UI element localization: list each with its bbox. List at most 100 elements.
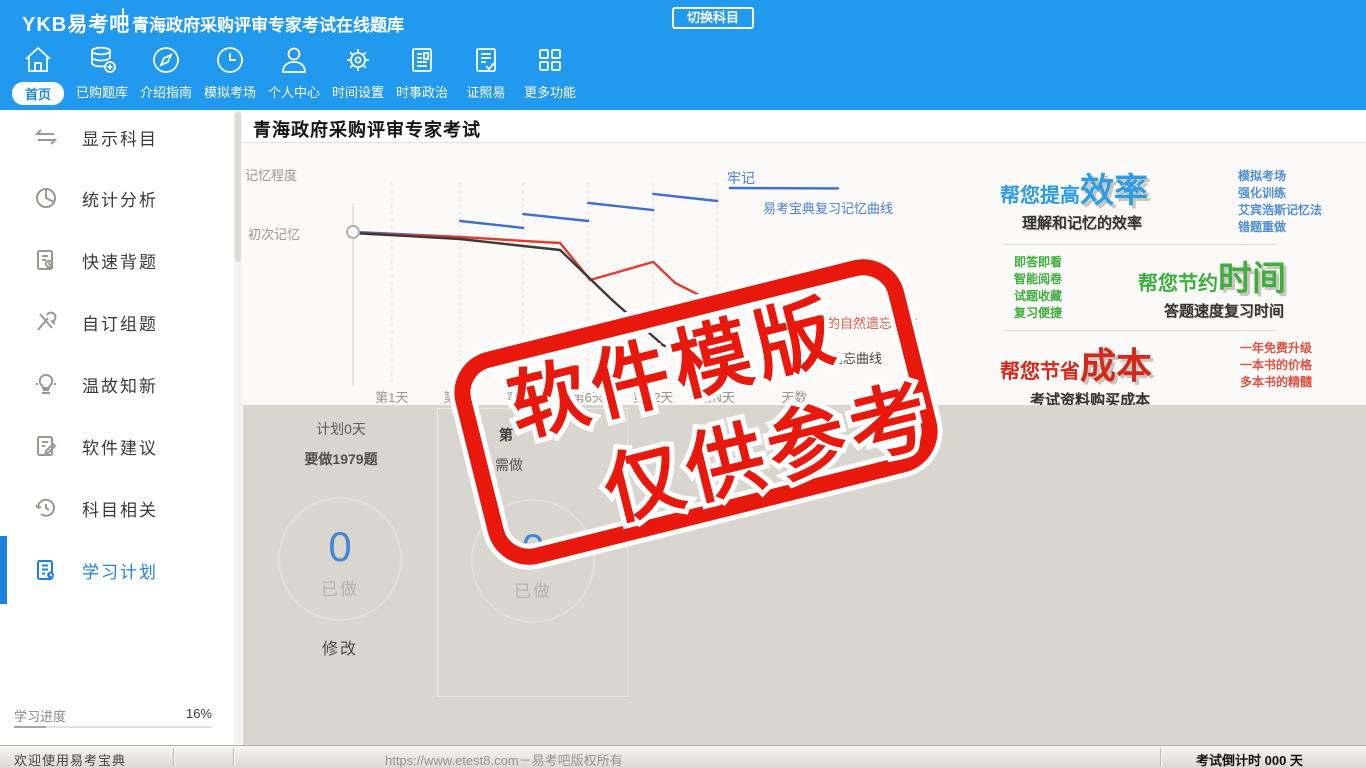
- user-icon: [282, 47, 306, 73]
- promo-cost-row: 帮您节省成本 考试资料购买成本 一年免费升级 一本书的价格 多本书的精髓: [1000, 337, 1366, 410]
- toolbar-item-user-center[interactable]: 个人中心: [262, 44, 326, 105]
- sidebar-item-label: 温故知新: [82, 376, 158, 396]
- status-separator: [1160, 748, 1161, 767]
- home-icon: [25, 46, 51, 72]
- sidebar-item-software-suggestions[interactable]: 软件建议: [0, 415, 243, 477]
- tools-icon: [37, 311, 57, 331]
- promo-time-word: 时间: [1218, 260, 1286, 298]
- study-progress-row: 学习进度 16%: [14, 706, 212, 725]
- bank-subtitle: 青海政府采购评审专家考试在线题库: [132, 16, 404, 35]
- lightbulb-icon: [36, 373, 56, 394]
- chart-curve-label: 易考宝典复习记忆曲线: [763, 201, 894, 216]
- chart-y-axis-label: 记忆程度: [245, 168, 298, 183]
- sidebar-item-label: 显示科目: [82, 129, 158, 149]
- toolbar-label: 证照易: [466, 85, 506, 100]
- swap-arrows-icon: [34, 129, 58, 145]
- promo-list-item: 智能阅卷: [1014, 272, 1063, 286]
- toolbar-label: 模拟考场: [203, 85, 256, 100]
- toolbar-label: 个人中心: [267, 85, 320, 100]
- toolbar-label: 首页: [11, 82, 64, 105]
- sidebar-item-statistics[interactable]: 统计分析: [0, 167, 243, 229]
- plan-done-count: 0: [328, 523, 352, 570]
- toolbar-label: 已购题库: [75, 85, 128, 100]
- status-bar: 欢迎使用易考宝典 https://www.etest8.com－易考吧版权所有 …: [0, 745, 1366, 768]
- toolbar-item-current-affairs[interactable]: 时事政治: [390, 44, 454, 105]
- study-plan-icon: [37, 560, 54, 580]
- mock-exam-clock-icon: [217, 47, 243, 73]
- status-separator: [233, 748, 234, 767]
- sidebar-item-custom-quiz[interactable]: 自订组题: [0, 291, 243, 353]
- promo-efficiency-subtitle: 理解和记忆的效率: [1022, 215, 1143, 232]
- promo-divider: [1004, 330, 1276, 331]
- certificate-check-icon: [476, 48, 496, 72]
- promo-panel: 帮您提高效率 理解和记忆的效率 模拟考场 强化训练 艾宾浩斯记忆法 错题重做 即…: [1000, 163, 1366, 410]
- promo-efficiency-row: 帮您提高效率 理解和记忆的效率 模拟考场 强化训练 艾宾浩斯记忆法 错题重做: [1000, 163, 1366, 237]
- chart-x-tick-label: 第1天: [375, 390, 409, 405]
- question-bank-icon: [91, 46, 116, 73]
- today-done-label: 已做: [514, 582, 552, 601]
- sidebar-item-quick-memorize[interactable]: 快速背题: [0, 229, 243, 291]
- toolbar-item-mock-exam[interactable]: 模拟考场: [198, 44, 262, 105]
- promo-list-item: 强化训练: [1238, 186, 1287, 200]
- promo-list-item: 试题收藏: [1014, 289, 1063, 303]
- toolbar-label: 更多功能: [523, 85, 576, 100]
- study-progress-label: 学习进度: [14, 709, 67, 724]
- header: YKB易考吧 青海政府采购评审专家考试在线题库 切换科目 首页 已购题库 介绍指…: [0, 0, 1366, 110]
- page-title: 青海政府采购评审专家考试: [253, 120, 481, 140]
- toolbar: 首页 已购题库 介绍指南 模拟考场 个人中心 时间设置 时事政治 证照易 更多功…: [6, 44, 582, 105]
- promo-list-item: 一年免费升级: [1240, 341, 1313, 355]
- promo-list-item: 即答即看: [1014, 255, 1063, 269]
- sidebar-item-label: 统计分析: [82, 190, 158, 210]
- toolbar-item-time-settings[interactable]: 时间设置: [326, 44, 390, 105]
- app-window: YKB易考吧 青海政府采购评审专家考试在线题库 切换科目 首页 已购题库 介绍指…: [0, 0, 1366, 768]
- status-separator: [173, 748, 174, 767]
- promo-efficiency-word: 效率: [1080, 172, 1148, 210]
- status-copyright-text: https://www.etest8.com－易考吧版权所有: [385, 753, 623, 768]
- promo-divider: [1004, 244, 1276, 245]
- promo-time-prefix: 帮您节约: [1138, 273, 1218, 295]
- flashcard-icon: [37, 250, 54, 270]
- guide-compass-icon: [153, 47, 179, 73]
- promo-list-item: 一本书的价格: [1240, 358, 1313, 372]
- toolbar-item-purchased-banks[interactable]: 已购题库: [70, 44, 134, 105]
- sidebar-item-subject-related[interactable]: 科目相关: [0, 477, 243, 539]
- sidebar-item-label: 学习计划: [82, 562, 158, 582]
- promo-cost-prefix: 帮您节省: [1000, 361, 1080, 383]
- promo-list-item: 模拟考场: [1238, 169, 1287, 183]
- switch-subject-button[interactable]: 切换科目: [672, 7, 754, 29]
- time-settings-gear-icon: [347, 49, 369, 71]
- more-grid-icon: [539, 49, 561, 71]
- promo-cost-word: 成本: [1080, 345, 1153, 386]
- promo-list-item: 多本书的精髓: [1240, 375, 1313, 389]
- promo-time-row: 即答即看 智能阅卷 试题收藏 复习便捷 帮您节约时间 答题速度复习时间: [1000, 251, 1366, 323]
- sidebar-item-label: 快速背题: [82, 252, 158, 272]
- toolbar-label: 介绍指南: [139, 85, 192, 100]
- content-title-bar: 青海政府采购评审专家考试: [243, 110, 1366, 143]
- status-welcome-text: 欢迎使用易考宝典: [14, 753, 127, 768]
- promo-list-item: 复习便捷: [1014, 306, 1063, 320]
- plan-days-label: 计划0天: [316, 421, 366, 437]
- sidebar-item-show-subjects[interactable]: 显示科目: [0, 106, 243, 168]
- study-progress-fill: [14, 726, 46, 728]
- sidebar-scrollbar[interactable]: [234, 110, 242, 745]
- plan-done-label: 已做: [321, 580, 359, 599]
- news-icon: [412, 48, 432, 72]
- plan-todo-label: 要做1979题: [304, 451, 378, 467]
- promo-time-subtitle: 答题速度复习时间: [1164, 303, 1285, 320]
- toolbar-item-more[interactable]: 更多功能: [518, 44, 582, 105]
- sidebar: 显示科目 统计分析 快速背题 自订组题 温故知新 软件建议 科目相关 学习计划: [0, 110, 243, 745]
- pie-chart-icon: [36, 188, 56, 208]
- toolbar-item-home[interactable]: 首页: [6, 44, 70, 105]
- app-logo: YKB易考吧: [22, 14, 131, 36]
- sidebar-scrollbar-thumb[interactable]: [235, 112, 241, 262]
- sidebar-item-study-plan[interactable]: 学习计划: [0, 536, 243, 604]
- promo-list-item: 艾宾浩斯记忆法: [1238, 203, 1323, 217]
- sidebar-item-label: 科目相关: [82, 500, 158, 520]
- brand-divider: [122, 8, 124, 30]
- modify-plan-button[interactable]: 修改: [310, 635, 370, 659]
- toolbar-item-intro-guide[interactable]: 介绍指南: [134, 44, 198, 105]
- sidebar-item-review-old[interactable]: 温故知新: [0, 353, 243, 415]
- subject-history-icon: [35, 498, 55, 517]
- toolbar-label: 时事政治: [395, 85, 448, 100]
- toolbar-item-zhengzhaoyi[interactable]: 证照易: [454, 44, 518, 105]
